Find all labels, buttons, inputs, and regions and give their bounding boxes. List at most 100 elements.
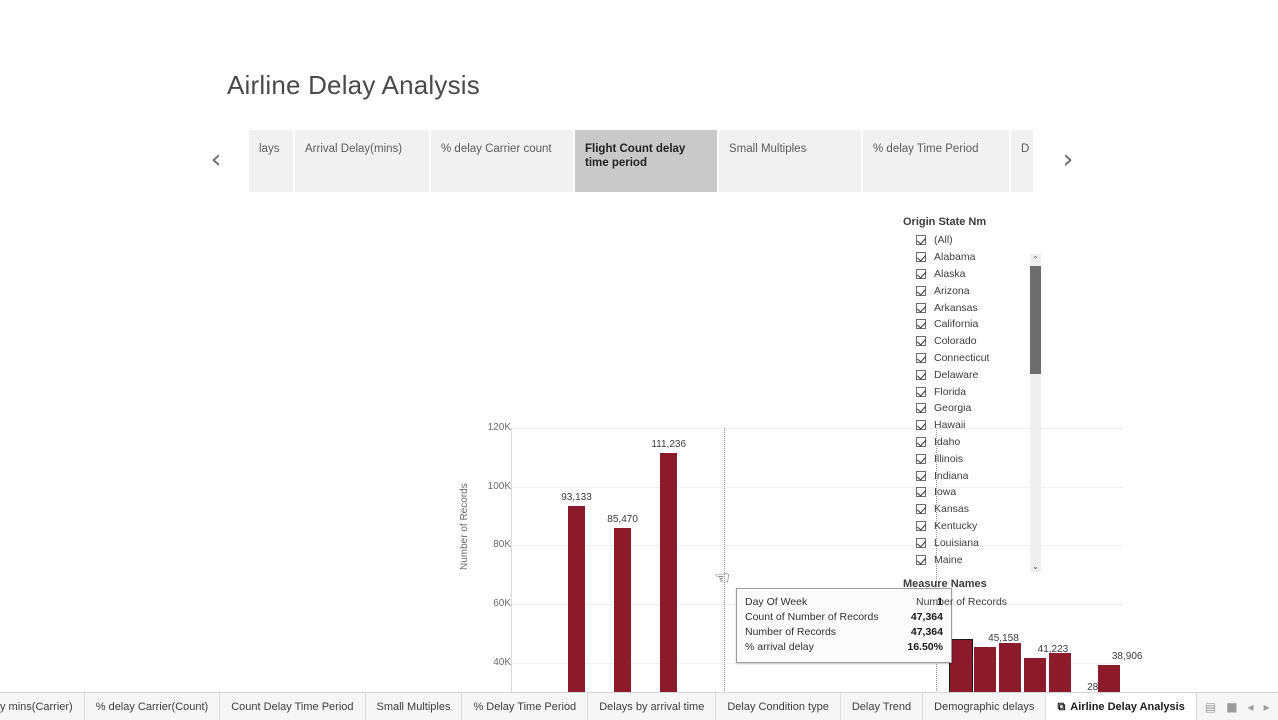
y-axis-tick-labels: 0K20K40K60K80K100K120K xyxy=(467,420,511,720)
legend-item-label: Georgia xyxy=(934,402,972,415)
sheet-tab-label: Delay Trend xyxy=(851,700,912,713)
y-tick-label: 80K xyxy=(493,539,511,551)
legend-item[interactable]: (All) xyxy=(903,232,1055,249)
filmstrip-icon[interactable]: ■ xyxy=(1226,701,1237,713)
sheet-tab-label: Airline Delay Analysis xyxy=(1070,700,1185,713)
legend-item-label: Maine xyxy=(934,553,963,566)
checkbox-checked-icon[interactable] xyxy=(916,403,926,414)
bar-value-label: 111,236 xyxy=(651,438,687,450)
checkbox-checked-icon[interactable] xyxy=(916,554,926,565)
scroll-up-icon[interactable]: ⌃ xyxy=(1030,254,1041,265)
scrollbar-thumb[interactable] xyxy=(1030,266,1041,374)
bar-value-label: 45,158 xyxy=(988,632,1019,644)
bar-value-label: 93,133 xyxy=(561,491,592,503)
story-book-icon: ⧉ xyxy=(1057,699,1066,713)
legend-item-label: Idaho xyxy=(934,435,961,448)
story-tab-next-partial[interactable]: D xyxy=(1011,130,1033,192)
tooltip-key: Day Of Week xyxy=(745,596,808,608)
checkbox-checked-icon[interactable] xyxy=(916,252,926,263)
tooltip-value: 47,364 xyxy=(910,611,943,623)
tooltip-key: % arrival delay xyxy=(745,641,814,653)
legend-title: Origin State Nm xyxy=(903,216,987,228)
bar[interactable] xyxy=(660,452,678,720)
checkbox-checked-icon[interactable] xyxy=(916,487,926,498)
tooltip-key: Count of Number of Records xyxy=(745,611,879,623)
legend-item-label: Kansas xyxy=(934,503,970,516)
checkbox-checked-icon[interactable] xyxy=(916,235,926,246)
story-tab-delays[interactable]: lays xyxy=(249,130,293,192)
sheet-tab-label: Demographic delays xyxy=(934,700,1035,713)
grid-view-icon[interactable]: ▤ xyxy=(1205,701,1216,713)
checkbox-checked-icon[interactable] xyxy=(916,268,926,279)
sheet-tab--delay-time-period[interactable]: % Delay Time Period xyxy=(462,693,589,720)
sheet-tab-delay-trend[interactable]: Delay Trend xyxy=(841,693,924,720)
tooltip-row: Number of Records 47,364 xyxy=(745,625,943,640)
y-tick-label: 100K xyxy=(487,480,511,492)
chart-panel-month: 93,13385,470111,236910111213Month xyxy=(512,428,724,720)
sheet-tab--delay-carrier-count-[interactable]: % delay Carrier(Count) xyxy=(85,693,221,720)
legend-item-label: Florida xyxy=(934,385,967,398)
checkbox-checked-icon[interactable] xyxy=(916,520,926,531)
checkbox-checked-icon[interactable] xyxy=(916,285,926,296)
sheet-tab-delays-by-arrival-time[interactable]: Delays by arrival time xyxy=(588,693,717,720)
checkbox-checked-icon[interactable] xyxy=(916,319,926,330)
story-tab-strip: ‹ › lays Arrival Delay(mins) % delay Car… xyxy=(211,130,1073,192)
scroll-down-icon[interactable]: ⌄ xyxy=(1030,561,1041,572)
checkbox-checked-icon[interactable] xyxy=(916,436,926,447)
checkbox-checked-icon[interactable] xyxy=(916,420,926,431)
legend-item-label: Colorado xyxy=(934,335,977,348)
story-tab-pct-delay-carrier-count[interactable]: % delay Carrier count xyxy=(431,130,573,192)
checkbox-checked-icon[interactable] xyxy=(916,504,926,515)
y-tick-label: 40K xyxy=(493,656,511,668)
story-tab-flight-count-delay-time-period[interactable]: Flight Count delay time period xyxy=(575,130,717,192)
checkbox-checked-icon[interactable] xyxy=(916,386,926,397)
tooltip-row: Day Of Week 1 xyxy=(745,595,943,610)
checkbox-checked-icon[interactable] xyxy=(916,453,926,464)
next-sheet-icon[interactable]: ▸ xyxy=(1264,701,1270,713)
legend-item-label: Delaware xyxy=(934,368,979,381)
story-next-arrow[interactable]: › xyxy=(1057,142,1079,180)
sheet-tab-airline-delay-analysis[interactable]: ⧉ Airline Delay Analysis xyxy=(1046,693,1197,720)
y-tick-label: 120K xyxy=(487,422,511,433)
legend-item-label: Alaska xyxy=(934,267,966,280)
sheet-tab-label: % Delay Time Period xyxy=(473,700,577,713)
legend-scrollbar[interactable]: ⌃ ⌄ xyxy=(1030,254,1041,572)
sheet-tab-demographic-delays[interactable]: Demographic delays xyxy=(923,693,1047,720)
legend-item-list[interactable]: (All) Alabama Alaska Arizona Arkansas Califor… xyxy=(903,232,1055,572)
checkbox-checked-icon[interactable] xyxy=(916,336,926,347)
checkbox-checked-icon[interactable] xyxy=(916,470,926,481)
checkbox-checked-icon[interactable] xyxy=(916,352,926,363)
sheet-tab-delay-condition-type[interactable]: Delay Condition type xyxy=(716,693,841,720)
bar[interactable] xyxy=(568,505,586,720)
legend-item-label: Indiana xyxy=(934,469,969,482)
story-prev-arrow[interactable]: ‹ xyxy=(205,142,227,180)
sheet-tab-small-multiples[interactable]: Small Multiples xyxy=(366,693,463,720)
sheet-tab-label: Count Delay Time Period xyxy=(231,700,354,713)
sheet-tab-count-delay-time-period[interactable]: Count Delay Time Period xyxy=(220,693,366,720)
sheet-taskbar: y mins(Carrier) % delay Carrier(Count) Cou… xyxy=(0,692,1278,720)
story-tab-small-multiples[interactable]: Small Multiples xyxy=(719,130,861,192)
legend-item-label: Arizona xyxy=(934,284,970,297)
measure-names-item: Number of Records xyxy=(916,596,1008,608)
sheet-tab-y-mins-carrier-[interactable]: y mins(Carrier) xyxy=(0,693,85,720)
y-tick-label: 60K xyxy=(493,598,511,609)
checkbox-checked-icon[interactable] xyxy=(916,369,926,380)
story-tab-track: lays Arrival Delay(mins) % delay Carrier… xyxy=(249,130,1033,192)
tableau-story-page: Airline Delay Analysis ‹ › lays Arrival … xyxy=(0,0,1278,720)
checkbox-checked-icon[interactable] xyxy=(916,537,926,548)
bar-value-label: 38,906 xyxy=(1111,650,1143,662)
legend-item-label: Iowa xyxy=(934,486,957,499)
legend-item-label: Alabama xyxy=(934,251,976,264)
sheet-tab-label: y mins(Carrier) xyxy=(0,700,73,713)
checkbox-checked-icon[interactable] xyxy=(916,302,926,313)
taskbar-controls: ▤■◂▸⛶⎕ xyxy=(1197,693,1278,720)
mouse-cursor-icon: ☜ xyxy=(714,568,731,588)
prev-sheet-icon[interactable]: ◂ xyxy=(1248,701,1254,713)
sheet-tab-label: % delay Carrier(Count) xyxy=(95,700,209,713)
legend-item-label: Illinois xyxy=(934,452,964,465)
legend-item-label: Hawaii xyxy=(934,419,966,432)
tooltip-value: 16.50% xyxy=(907,641,943,653)
story-tab-pct-delay-time-period[interactable]: % delay Time Period xyxy=(863,130,1009,192)
story-tab-arrival-delay-mins[interactable]: Arrival Delay(mins) xyxy=(295,130,429,192)
legend-item-label: Arkansas xyxy=(934,301,978,314)
